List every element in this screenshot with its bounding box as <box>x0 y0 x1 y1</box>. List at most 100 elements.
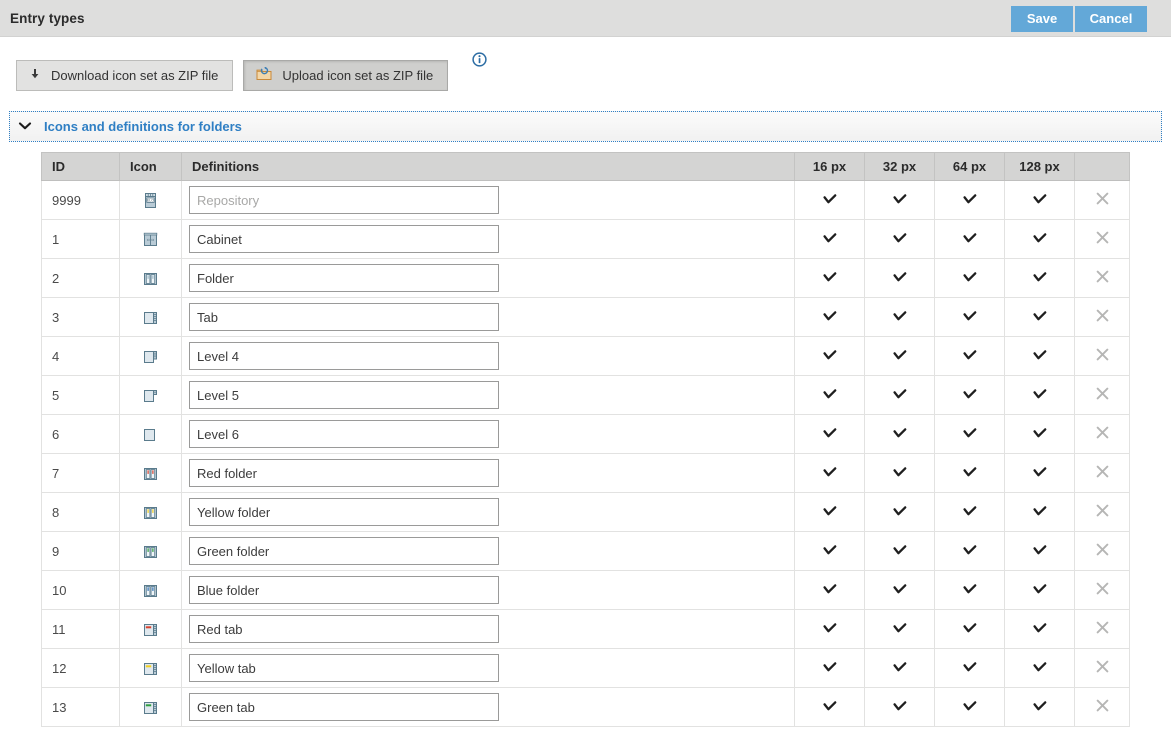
download-icon-set-button[interactable]: Download icon set as ZIP file <box>16 59 234 91</box>
checkbox-64px[interactable] <box>934 453 1005 493</box>
checkbox-128px[interactable] <box>1004 453 1075 493</box>
checkbox-128px[interactable] <box>1004 687 1075 727</box>
info-circle-icon[interactable] <box>472 52 487 70</box>
checkbox-128px[interactable] <box>1004 414 1075 454</box>
checkbox-16px[interactable] <box>794 336 865 376</box>
definition-input[interactable] <box>189 420 499 448</box>
checkbox-32px[interactable] <box>864 258 935 298</box>
delete-row-button[interactable] <box>1074 375 1130 415</box>
checkbox-64px[interactable] <box>934 570 1005 610</box>
delete-row-button[interactable] <box>1074 570 1130 610</box>
window-titlebar: Entry types Save Cancel <box>0 0 1171 37</box>
checkbox-128px[interactable] <box>1004 648 1075 688</box>
section-header-label: Icons and definitions for folders <box>44 119 242 134</box>
checkbox-32px[interactable] <box>864 336 935 376</box>
red-folder-icon <box>119 453 182 493</box>
definition-input[interactable] <box>189 693 499 721</box>
checkbox-16px[interactable] <box>794 375 865 415</box>
checkbox-64px[interactable] <box>934 180 1005 220</box>
checkbox-32px[interactable] <box>864 687 935 727</box>
definition-input[interactable] <box>189 381 499 409</box>
delete-row-button[interactable] <box>1074 180 1130 220</box>
definition-input[interactable] <box>189 498 499 526</box>
checkbox-32px[interactable] <box>864 414 935 454</box>
checkbox-128px[interactable] <box>1004 531 1075 571</box>
checkbox-32px[interactable] <box>864 219 935 259</box>
checkbox-64px[interactable] <box>934 336 1005 376</box>
entry-types-table-container: ID Icon Definitions 16 px 32 px 64 px 12… <box>0 142 1171 727</box>
section-header-icons-and-definitions[interactable]: Icons and definitions for folders <box>9 111 1162 142</box>
definition-input[interactable] <box>189 303 499 331</box>
checkbox-64px[interactable] <box>934 375 1005 415</box>
checkbox-64px[interactable] <box>934 258 1005 298</box>
checkbox-128px[interactable] <box>1004 180 1075 220</box>
checkbox-16px[interactable] <box>794 570 865 610</box>
checkbox-64px[interactable] <box>934 414 1005 454</box>
save-button[interactable]: Save <box>1011 6 1073 32</box>
cell-definition <box>181 531 795 571</box>
delete-row-button[interactable] <box>1074 453 1130 493</box>
checkbox-16px[interactable] <box>794 609 865 649</box>
checkbox-128px[interactable] <box>1004 258 1075 298</box>
checkbox-64px[interactable] <box>934 492 1005 532</box>
checkbox-32px[interactable] <box>864 648 935 688</box>
checkbox-128px[interactable] <box>1004 219 1075 259</box>
definition-input[interactable] <box>189 186 499 214</box>
delete-row-button[interactable] <box>1074 531 1130 571</box>
delete-row-button[interactable] <box>1074 648 1130 688</box>
checkbox-128px[interactable] <box>1004 375 1075 415</box>
section-container: Icons and definitions for folders <box>0 99 1171 142</box>
checkbox-32px[interactable] <box>864 375 935 415</box>
table-row: 13 <box>41 687 1130 727</box>
checkbox-64px[interactable] <box>934 648 1005 688</box>
definition-input[interactable] <box>189 225 499 253</box>
checkbox-64px[interactable] <box>934 687 1005 727</box>
delete-row-button[interactable] <box>1074 297 1130 337</box>
checkbox-128px[interactable] <box>1004 609 1075 649</box>
definition-input[interactable] <box>189 654 499 682</box>
checkbox-64px[interactable] <box>934 609 1005 649</box>
checkbox-64px[interactable] <box>934 297 1005 337</box>
checkbox-32px[interactable] <box>864 570 935 610</box>
checkbox-16px[interactable] <box>794 687 865 727</box>
definition-input[interactable] <box>189 537 499 565</box>
checkbox-16px[interactable] <box>794 219 865 259</box>
checkbox-64px[interactable] <box>934 531 1005 571</box>
delete-row-button[interactable] <box>1074 687 1130 727</box>
definition-input[interactable] <box>189 264 499 292</box>
checkbox-16px[interactable] <box>794 180 865 220</box>
delete-row-button[interactable] <box>1074 609 1130 649</box>
upload-icon-set-button[interactable]: Upload icon set as ZIP file <box>243 59 449 91</box>
checkbox-16px[interactable] <box>794 258 865 298</box>
cell-id: 6 <box>41 414 120 454</box>
checkbox-64px[interactable] <box>934 219 1005 259</box>
checkbox-32px[interactable] <box>864 180 935 220</box>
checkbox-32px[interactable] <box>864 453 935 493</box>
definition-input[interactable] <box>189 459 499 487</box>
definition-input[interactable] <box>189 342 499 370</box>
checkbox-16px[interactable] <box>794 648 865 688</box>
definition-input[interactable] <box>189 615 499 643</box>
checkbox-128px[interactable] <box>1004 570 1075 610</box>
checkbox-128px[interactable] <box>1004 336 1075 376</box>
checkbox-32px[interactable] <box>864 531 935 571</box>
delete-row-button[interactable] <box>1074 258 1130 298</box>
cancel-button[interactable]: Cancel <box>1075 6 1147 32</box>
checkbox-32px[interactable] <box>864 492 935 532</box>
table-row: 7 <box>41 453 1130 493</box>
delete-row-button[interactable] <box>1074 219 1130 259</box>
definition-input[interactable] <box>189 576 499 604</box>
checkbox-32px[interactable] <box>864 609 935 649</box>
delete-row-button[interactable] <box>1074 336 1130 376</box>
checkbox-16px[interactable] <box>794 414 865 454</box>
checkbox-16px[interactable] <box>794 492 865 532</box>
checkbox-32px[interactable] <box>864 297 935 337</box>
checkbox-128px[interactable] <box>1004 492 1075 532</box>
checkbox-16px[interactable] <box>794 453 865 493</box>
cell-definition <box>181 648 795 688</box>
checkbox-16px[interactable] <box>794 297 865 337</box>
delete-row-button[interactable] <box>1074 414 1130 454</box>
delete-row-button[interactable] <box>1074 492 1130 532</box>
checkbox-16px[interactable] <box>794 531 865 571</box>
checkbox-128px[interactable] <box>1004 297 1075 337</box>
